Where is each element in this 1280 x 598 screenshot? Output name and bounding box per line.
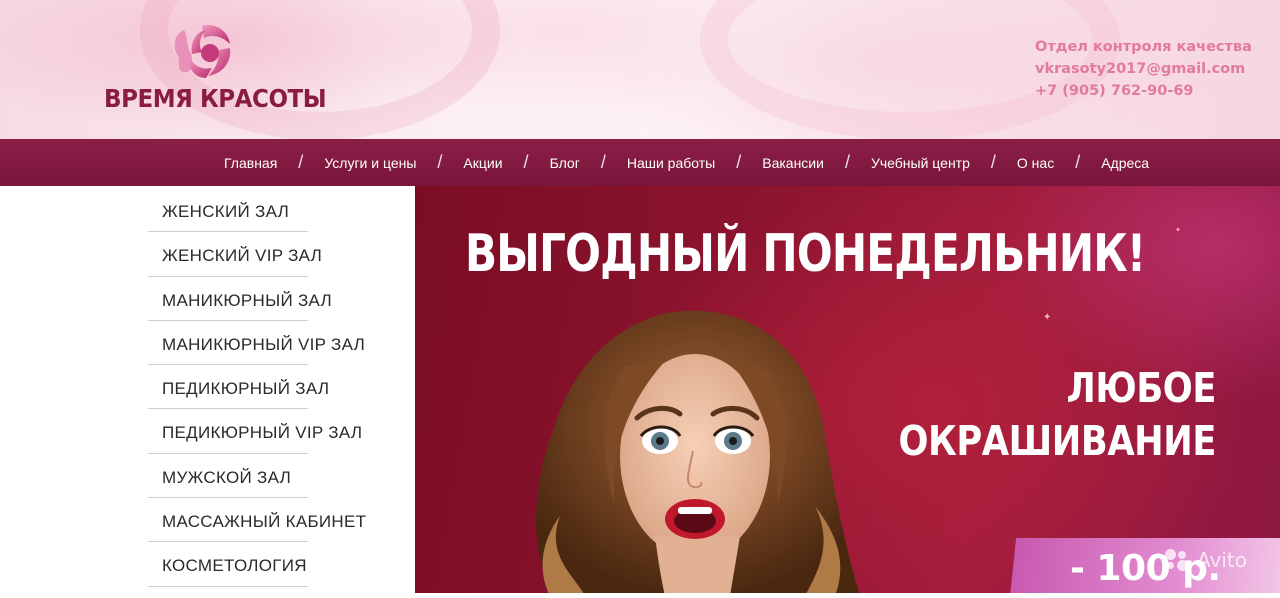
- sidebar-item-mens-hall[interactable]: МУЖСКОЙ ЗАЛ: [148, 454, 308, 499]
- nav-separator: /: [600, 152, 606, 172]
- nav-item-training-center[interactable]: Учебный центр: [871, 155, 970, 171]
- nav-separator: /: [298, 152, 304, 172]
- site-logo[interactable]: ВРЕМЯ КРАСОТЫ: [104, 22, 327, 117]
- sidebar-item-label: ПЕДИКЮРНЫЙ ЗАЛ: [162, 379, 330, 399]
- nav-separator: /: [523, 152, 529, 172]
- nav-item-portfolio[interactable]: Наши работы: [627, 155, 715, 171]
- sidebar-item-womens-vip-hall[interactable]: ЖЕНСКИЙ VIP ЗАЛ: [148, 232, 322, 277]
- watermark-text: Avito: [1197, 548, 1247, 572]
- logo-text: ВРЕМЯ КРАСОТЫ: [104, 84, 327, 113]
- sidebar-item-label: МАССАЖНЫЙ КАБИНЕТ: [162, 512, 367, 532]
- nav-separator: /: [736, 152, 742, 172]
- sparkle-icon: ✦: [1175, 226, 1181, 234]
- main-nav: Главная / Услуги и цены / Акции / Блог /…: [0, 139, 1280, 186]
- sidebar-item-cosmetology[interactable]: КОСМЕТОЛОГИЯ: [148, 542, 308, 587]
- promo-title: ВЫГОДНЫЙ ПОНЕДЕЛЬНИК!: [465, 224, 1146, 284]
- sidebar-item-label: ЖЕНСКИЙ VIP ЗАЛ: [162, 246, 323, 266]
- nav-separator: /: [437, 152, 443, 172]
- sidebar-menu: ЖЕНСКИЙ ЗАЛ ЖЕНСКИЙ VIP ЗАЛ МАНИКЮРНЫЙ З…: [148, 188, 416, 587]
- sidebar-item-pedicure-vip-hall[interactable]: ПЕДИКЮРНЫЙ VIP ЗАЛ: [148, 409, 362, 454]
- nav-item-home[interactable]: Главная: [224, 155, 277, 171]
- promo-banner[interactable]: ✦ ✦ ✦ ВЫГОДНЫЙ ПОНЕДЕЛЬНИК! ЛЮБОЕ ОКРАШИ…: [415, 186, 1280, 593]
- sidebar-item-label: МУЖСКОЙ ЗАЛ: [162, 467, 292, 487]
- nav-item-services[interactable]: Услуги и цены: [324, 155, 416, 171]
- sidebar-item-label: МАНИКЮРНЫЙ ЗАЛ: [162, 290, 333, 310]
- sidebar-item-label: МАНИКЮРНЫЙ VIP ЗАЛ: [162, 334, 366, 354]
- nav-separator: /: [990, 152, 996, 172]
- sidebar-item-pedicure-hall[interactable]: ПЕДИКЮРНЫЙ ЗАЛ: [148, 365, 329, 410]
- nav-separator: /: [1075, 152, 1081, 172]
- logo-face-icon: [174, 24, 231, 78]
- nav-item-promotions[interactable]: Акции: [463, 155, 502, 171]
- avito-logo-icon: [1165, 549, 1191, 571]
- contact-info: Отдел контроля качества vkrasoty2017@gma…: [1035, 36, 1275, 102]
- nav-list: Главная / Услуги и цены / Акции / Блог /…: [224, 139, 1149, 186]
- promo-subtitle-line1: ЛЮБОЕ: [1066, 364, 1217, 412]
- sidebar-item-label: КОСМЕТОЛОГИЯ: [162, 556, 307, 576]
- contact-email[interactable]: vkrasoty2017@gmail.com: [1035, 58, 1275, 80]
- contact-phone[interactable]: +7 (905) 762-90-69: [1035, 80, 1275, 102]
- sidebar-item-label: ЖЕНСКИЙ ЗАЛ: [162, 202, 290, 221]
- quality-department-label: Отдел контроля качества: [1035, 39, 1252, 55]
- promo-subtitle: ЛЮБОЕ ОКРАШИВАНИЕ: [796, 362, 1216, 468]
- nav-item-addresses[interactable]: Адреса: [1101, 155, 1149, 171]
- nav-item-blog[interactable]: Блог: [550, 155, 580, 171]
- sidebar-item-manicure-vip-hall[interactable]: МАНИКЮРНЫЙ VIP ЗАЛ: [148, 321, 365, 366]
- nav-item-vacancies[interactable]: Вакансии: [762, 155, 824, 171]
- site-header: ВРЕМЯ КРАСОТЫ Отдел контроля качества vk…: [0, 0, 1280, 139]
- nav-item-about[interactable]: О нас: [1017, 155, 1054, 171]
- sparkle-icon: ✦: [1043, 312, 1052, 323]
- avito-watermark: Avito: [1165, 548, 1247, 572]
- sidebar-item-manicure-hall[interactable]: МАНИКЮРНЫЙ ЗАЛ: [148, 277, 332, 321]
- sidebar-item-womens-hall[interactable]: ЖЕНСКИЙ ЗАЛ: [148, 188, 308, 233]
- promo-subtitle-line2: ОКРАШИВАНИЕ: [898, 417, 1216, 465]
- nav-separator: /: [844, 152, 850, 172]
- sidebar-item-massage-room[interactable]: МАССАЖНЫЙ КАБИНЕТ: [148, 498, 366, 543]
- sidebar-item-label: ПЕДИКЮРНЫЙ VIP ЗАЛ: [162, 423, 363, 443]
